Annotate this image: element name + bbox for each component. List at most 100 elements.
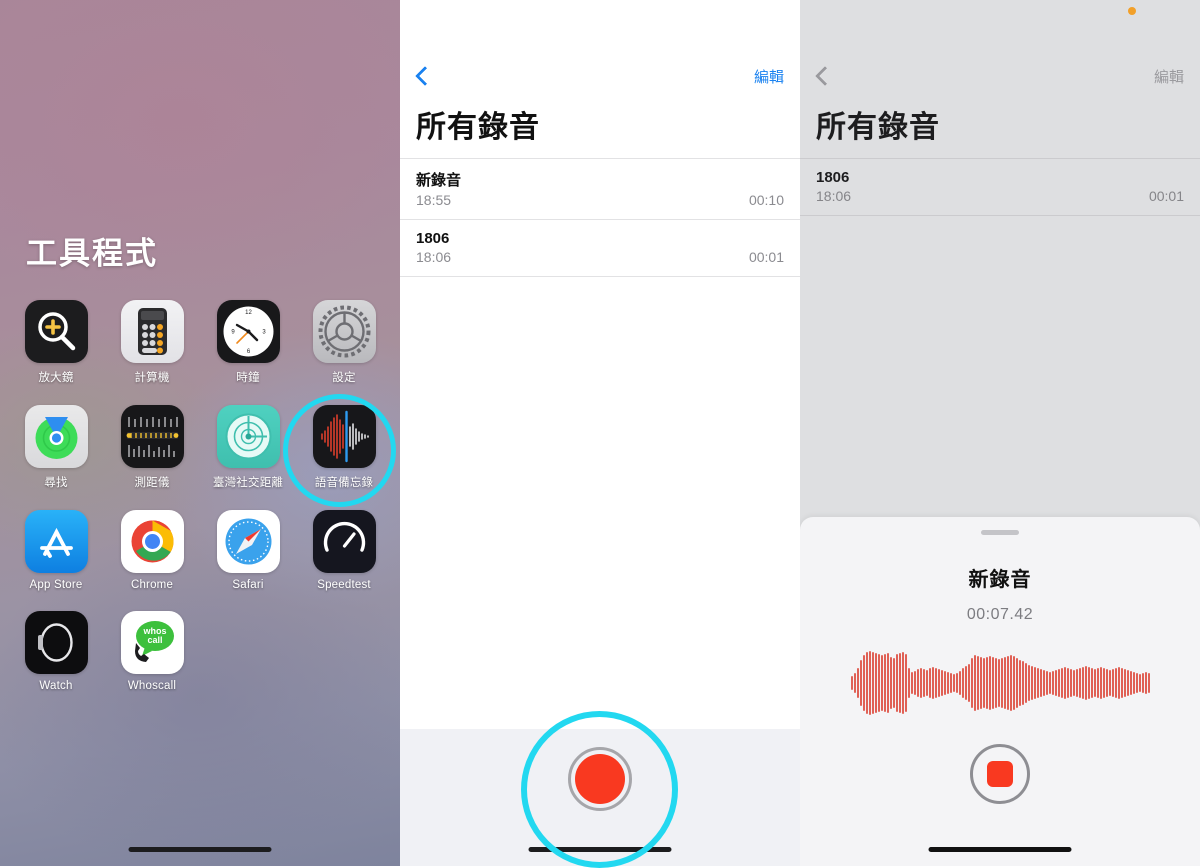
home-screen-panel: 工具程式 放大鏡 計算機 12 3 6 9 時鐘 設定 尋找 測距儀 臺灣社交距… bbox=[0, 0, 400, 866]
stop-button-fill bbox=[987, 761, 1013, 787]
app-calculator[interactable]: 計算機 bbox=[104, 300, 200, 385]
app-label: Speedtest bbox=[317, 579, 371, 591]
app-grid: 放大鏡 計算機 12 3 6 9 時鐘 設定 尋找 測距儀 臺灣社交距離 語音備… bbox=[0, 300, 400, 692]
app-safari[interactable]: Safari bbox=[200, 510, 296, 591]
svg-text:12: 12 bbox=[245, 310, 252, 316]
waveform-bar bbox=[1060, 668, 1063, 698]
find-my-icon[interactable] bbox=[24, 405, 88, 468]
waveform-bar bbox=[1096, 668, 1099, 698]
waveform-bar bbox=[1132, 672, 1135, 694]
edit-button[interactable]: 編輯 bbox=[1154, 66, 1184, 87]
safari-compass-icon[interactable] bbox=[216, 510, 280, 573]
social-distance-icon[interactable] bbox=[216, 405, 280, 468]
settings-gear-icon[interactable] bbox=[312, 300, 376, 363]
apple-watch-icon[interactable] bbox=[24, 611, 88, 674]
home-indicator[interactable] bbox=[528, 847, 672, 852]
sheet-grabber[interactable] bbox=[981, 530, 1019, 535]
recording-duration: 00:10 bbox=[748, 192, 784, 208]
waveform-bar bbox=[988, 656, 991, 710]
record-button[interactable] bbox=[568, 747, 632, 811]
waveform-bar bbox=[919, 668, 922, 698]
page-title: 所有錄音 bbox=[816, 111, 940, 144]
waveform-bar bbox=[949, 673, 952, 693]
waveform-bar bbox=[928, 668, 931, 698]
app-speedtest[interactable]: Speedtest bbox=[296, 510, 392, 591]
app-social-distance[interactable]: 臺灣社交距離 bbox=[200, 405, 296, 490]
app-store-icon[interactable] bbox=[24, 510, 88, 573]
clock-icon[interactable]: 12 3 69 bbox=[216, 300, 280, 363]
app-measure[interactable]: 測距儀 bbox=[104, 405, 200, 490]
nav-bar: 編輯 bbox=[800, 54, 1200, 98]
back-chevron-icon[interactable] bbox=[416, 65, 429, 87]
list-item[interactable]: 新錄音 18:55 00:10 bbox=[400, 159, 800, 220]
waveform-bar bbox=[1036, 668, 1039, 698]
recording-time: 18:06 bbox=[816, 188, 852, 204]
waveform-bar bbox=[1126, 670, 1129, 696]
speedtest-gauge-icon[interactable] bbox=[312, 510, 376, 573]
edit-button[interactable]: 編輯 bbox=[754, 66, 784, 87]
measure-icon[interactable] bbox=[120, 405, 184, 468]
waveform-bar bbox=[1048, 672, 1051, 694]
waveform-bar bbox=[1051, 671, 1054, 695]
waveform-bar bbox=[865, 652, 868, 714]
waveform-bar bbox=[1111, 669, 1114, 697]
waveform-bar bbox=[1135, 673, 1138, 693]
home-indicator[interactable] bbox=[928, 847, 1072, 852]
app-app-store[interactable]: App Store bbox=[8, 510, 104, 591]
app-voice-memos[interactable]: 語音備忘錄 bbox=[296, 405, 392, 490]
app-label: 時鐘 bbox=[236, 372, 260, 384]
waveform-bar bbox=[1123, 669, 1126, 697]
waveform-bar bbox=[904, 654, 907, 712]
app-label: 語音備忘錄 bbox=[314, 477, 374, 489]
list-item[interactable]: 1806 18:06 00:01 bbox=[800, 159, 1200, 216]
waveform-bar bbox=[922, 669, 925, 697]
whoscall-icon[interactable]: whos call bbox=[120, 611, 184, 674]
app-label: 設定 bbox=[332, 372, 356, 384]
waveform-bar bbox=[874, 653, 877, 713]
app-label: 測距儀 bbox=[134, 477, 170, 489]
waveform-bar bbox=[958, 671, 961, 695]
waveform-bar bbox=[898, 653, 901, 713]
app-watch[interactable]: Watch bbox=[8, 611, 104, 692]
waveform-bar bbox=[1021, 661, 1024, 705]
waveform-bar bbox=[1000, 658, 1003, 708]
home-indicator[interactable] bbox=[128, 847, 272, 852]
nav-bar: 編輯 bbox=[400, 54, 800, 98]
waveform-bar bbox=[931, 667, 934, 699]
waveform-bar bbox=[901, 652, 904, 714]
list-item[interactable]: 1806 18:06 00:01 bbox=[400, 220, 800, 277]
waveform-bar bbox=[1141, 673, 1144, 693]
app-magnifier[interactable]: 放大鏡 bbox=[8, 300, 104, 385]
waveform-bar bbox=[985, 657, 988, 709]
waveform-bar bbox=[856, 668, 859, 698]
waveform-bar bbox=[1078, 668, 1081, 698]
app-whoscall[interactable]: whos call Whoscall bbox=[104, 611, 200, 692]
recording-meta: 18:55 00:10 bbox=[416, 192, 784, 208]
stop-button[interactable] bbox=[970, 744, 1030, 804]
recording-time: 18:55 bbox=[416, 192, 452, 208]
app-clock[interactable]: 12 3 69 時鐘 bbox=[200, 300, 296, 385]
app-label: Watch bbox=[39, 680, 73, 692]
waveform-bar bbox=[976, 656, 979, 710]
app-settings[interactable]: 設定 bbox=[296, 300, 392, 385]
recording-timer: 00:07.42 bbox=[966, 606, 1034, 623]
waveform-bar bbox=[1057, 669, 1060, 697]
folder-title: 工具程式 bbox=[26, 236, 158, 271]
voice-memos-icon[interactable] bbox=[312, 405, 376, 468]
waveform-bar bbox=[1045, 671, 1048, 695]
magnifier-icon[interactable] bbox=[24, 300, 88, 363]
app-label: 尋找 bbox=[44, 477, 68, 489]
waveform-bar bbox=[970, 658, 973, 708]
app-find-my[interactable]: 尋找 bbox=[8, 405, 104, 490]
calculator-icon[interactable] bbox=[120, 300, 184, 363]
waveform-bar bbox=[1120, 668, 1123, 698]
waveform-bar bbox=[940, 670, 943, 696]
app-chrome[interactable]: Chrome bbox=[104, 510, 200, 591]
waveform-bar bbox=[1006, 656, 1009, 710]
recording-name: 新錄音 bbox=[416, 172, 462, 189]
waveform-bar bbox=[982, 658, 985, 708]
waveform-bar bbox=[916, 669, 919, 697]
waveform-bar bbox=[913, 671, 916, 695]
back-chevron-icon[interactable] bbox=[816, 65, 829, 87]
chrome-icon[interactable] bbox=[120, 510, 184, 573]
